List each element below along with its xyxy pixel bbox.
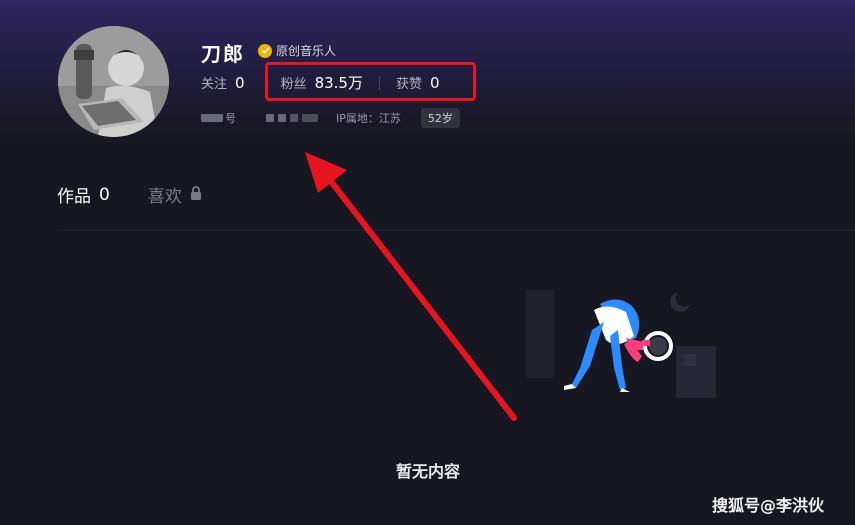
age-badge: 52岁 — [420, 108, 460, 128]
avatar[interactable] — [58, 26, 169, 137]
tab-works[interactable]: 作品 0 — [57, 182, 110, 208]
follow-label: 关注 — [201, 77, 228, 92]
tab-likes-label: 喜欢 — [147, 187, 182, 207]
tab-likes[interactable]: 喜欢 — [148, 182, 202, 207]
id-suffix: 号 — [225, 112, 236, 125]
lock-icon — [190, 185, 202, 205]
highlight-box — [265, 62, 476, 101]
ip-location: IP属地：江苏 — [336, 112, 401, 125]
empty-state-text: 暂无内容 — [396, 462, 461, 481]
follow-value: 0 — [235, 74, 245, 92]
tabs-divider — [57, 230, 855, 231]
empty-state-illustration — [526, 290, 716, 398]
tab-works-count: 0 — [99, 184, 110, 205]
tab-works-label: 作品 — [57, 187, 91, 207]
avatar-photo — [58, 26, 169, 137]
profile-meta: 号 IP属地：江苏 52岁 — [201, 108, 460, 128]
redacted-id-value — [266, 114, 318, 122]
verified-label: 原创音乐人 — [276, 44, 337, 58]
redacted-id — [201, 114, 223, 122]
profile-name: 刀郎 — [201, 42, 245, 66]
verified-check-icon — [258, 43, 272, 58]
watermark: 搜狐号@李洪伙 — [712, 496, 825, 515]
profile-tabs: 作品 0 喜欢 — [57, 182, 202, 207]
follow-stat[interactable]: 关注 0 — [201, 73, 245, 92]
verified-badge: 原创音乐人 — [258, 42, 336, 59]
